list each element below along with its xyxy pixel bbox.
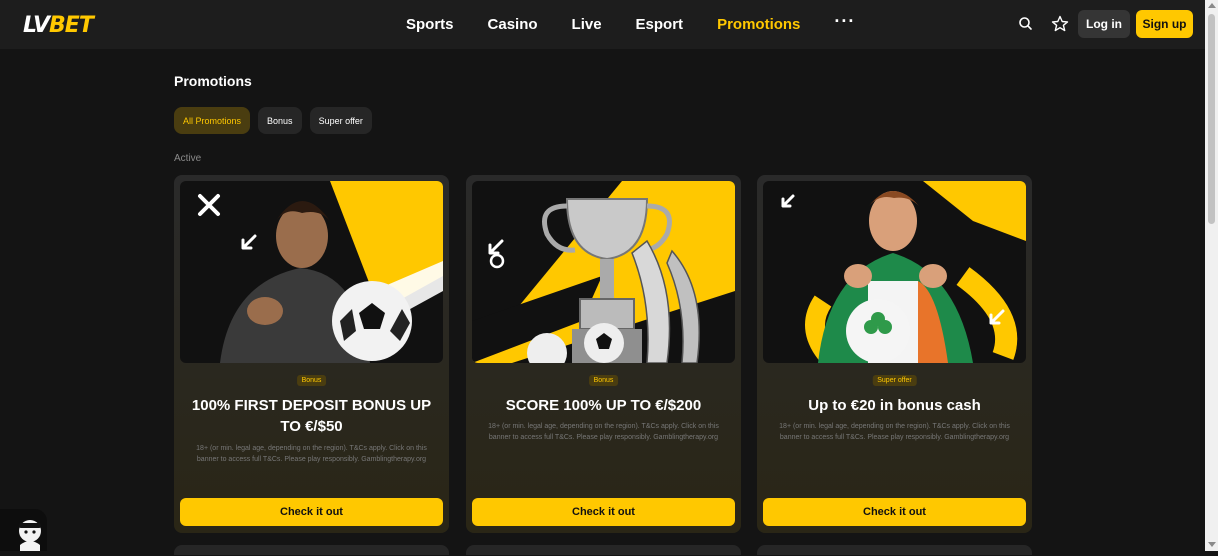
scroll-up-arrow-icon[interactable]	[1208, 3, 1216, 8]
nav-sports[interactable]: Sports	[406, 16, 454, 33]
section-label-active: Active	[174, 153, 202, 164]
promo-badge: Super offer	[872, 375, 917, 386]
logo-text-bet: BET	[49, 13, 94, 38]
promo-title: SCORE 100% UP TO €/$200	[505, 397, 702, 414]
main-nav: Sports Casino Live Esport Promotions ···	[406, 0, 855, 49]
login-button[interactable]: Log in	[1078, 10, 1130, 38]
promo-card-partial[interactable]	[466, 545, 741, 555]
nav-promotions[interactable]: Promotions	[717, 16, 800, 33]
more-menu-icon[interactable]: ···	[834, 11, 855, 32]
promo-banner-image[interactable]	[763, 181, 1026, 363]
promo-card-partial[interactable]	[757, 545, 1032, 555]
check-it-out-button[interactable]: Check it out	[472, 498, 735, 526]
nav-esport[interactable]: Esport	[636, 16, 684, 33]
promo-terms: 18+ (or min. legal age, depending on the…	[488, 423, 719, 441]
filter-all-promotions[interactable]: All Promotions	[174, 107, 251, 134]
promo-card[interactable]: Bonus SCORE 100% UP TO €/$200 18+ (or mi…	[466, 175, 741, 533]
promotion-filters: All Promotions Bonus Super offer	[174, 107, 372, 134]
promo-title: 100% FIRST DEPOSIT BONUS UP TO €/$50	[191, 397, 432, 435]
promo-card-partial[interactable]	[174, 545, 449, 555]
check-it-out-button[interactable]: Check it out	[180, 498, 443, 526]
check-it-out-button[interactable]: Check it out	[763, 498, 1026, 526]
scroll-down-arrow-icon[interactable]	[1208, 542, 1216, 547]
logo-text-lv: LV	[23, 13, 50, 38]
search-icon[interactable]	[1016, 14, 1036, 34]
filter-bonus[interactable]: Bonus	[258, 107, 302, 134]
vertical-scrollbar[interactable]	[1205, 0, 1218, 551]
top-header: LVBET Sports Casino Live Esport Promotio…	[0, 0, 1205, 49]
signup-button[interactable]: Sign up	[1136, 10, 1193, 38]
promo-terms: 18+ (or min. legal age, depending on the…	[779, 423, 1010, 441]
promo-terms: 18+ (or min. legal age, depending on the…	[196, 445, 427, 463]
promo-title: Up to €20 in bonus cash	[808, 397, 981, 414]
star-icon[interactable]	[1050, 14, 1070, 34]
nav-casino[interactable]: Casino	[488, 16, 538, 33]
nav-live[interactable]: Live	[572, 16, 602, 33]
lvbet-logo[interactable]: LVBET	[23, 13, 94, 38]
chat-widget-button[interactable]	[0, 509, 47, 551]
promo-badge: Bonus	[588, 375, 619, 386]
promo-card[interactable]: Bonus 100% FIRST DEPOSIT BONUS UP TO €/$…	[174, 175, 449, 533]
promo-card[interactable]: Super offer Up to €20 in bonus cash 18+ …	[757, 175, 1032, 533]
chat-bot-icon	[19, 520, 41, 551]
scroll-thumb[interactable]	[1208, 14, 1215, 224]
page-title: Promotions	[174, 73, 252, 89]
filter-super-offer[interactable]: Super offer	[309, 107, 372, 134]
promo-banner-image[interactable]	[180, 181, 443, 363]
promo-banner-image[interactable]	[472, 181, 735, 363]
promo-badge: Bonus	[296, 375, 327, 386]
